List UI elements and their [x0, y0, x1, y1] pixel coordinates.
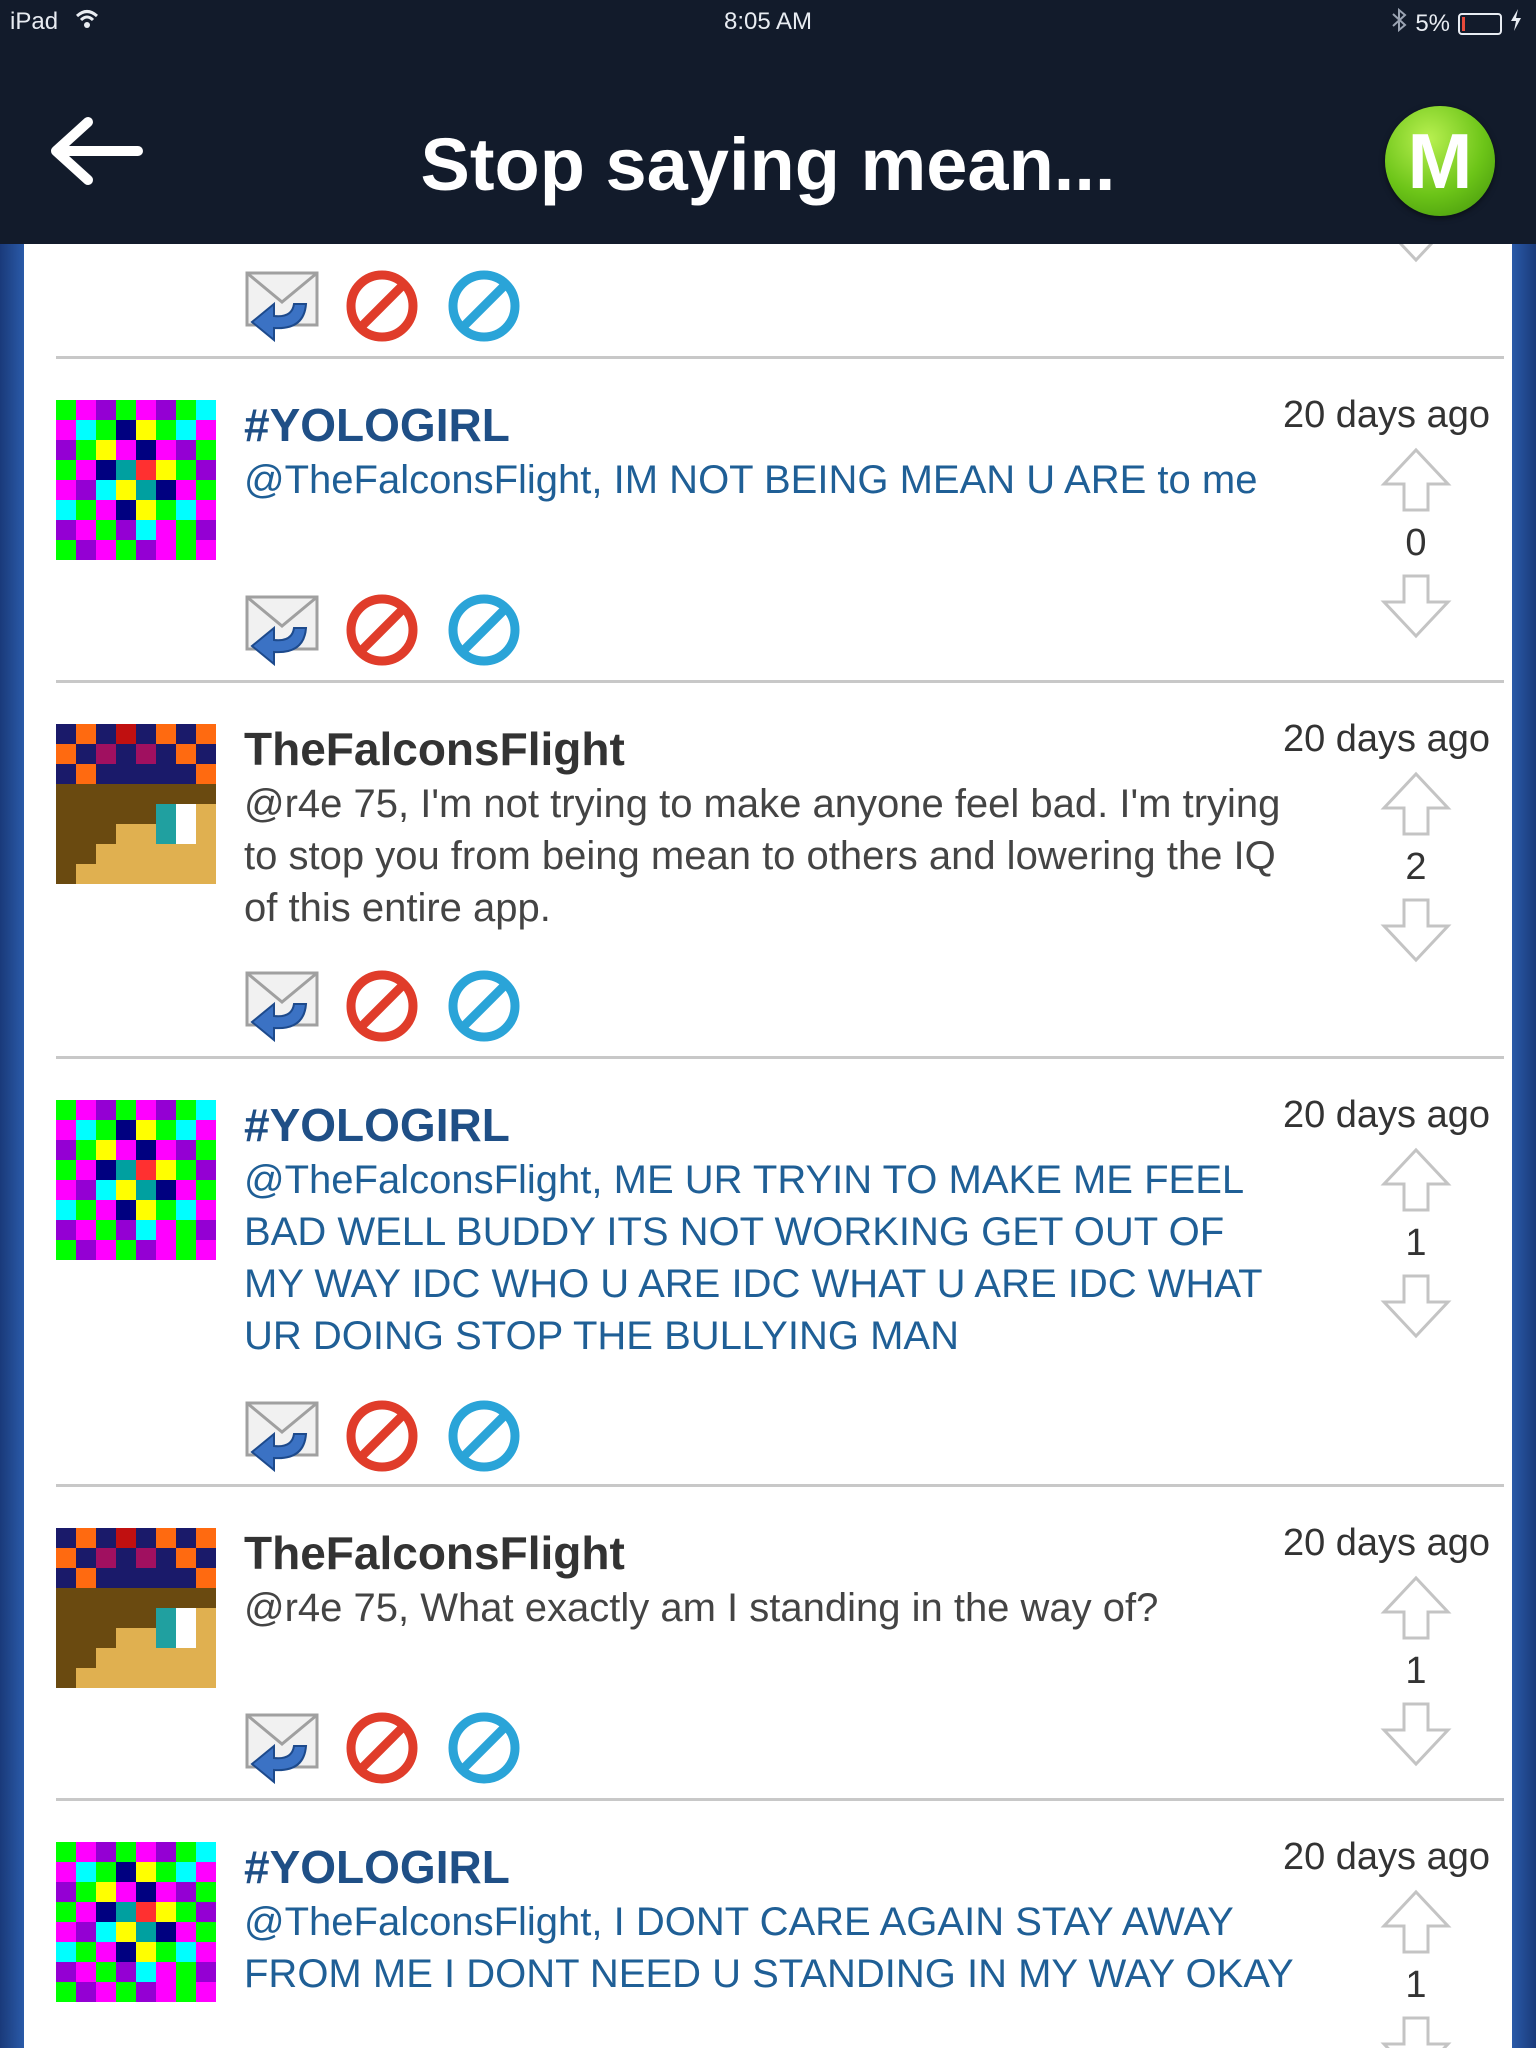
comment-text: @r4e 75, What exactly am I standing in t…: [244, 1586, 1159, 1630]
reply-button[interactable]: [244, 1400, 320, 1479]
reply-button[interactable]: [244, 1712, 320, 1791]
timestamp: 20 days ago: [1282, 1836, 1490, 1878]
vote-down-button[interactable]: [1376, 1272, 1456, 1347]
block-user-button[interactable]: [448, 1400, 520, 1477]
report-button[interactable]: [346, 1400, 418, 1477]
comment-text: @TheFalconsFlight, I DONT CARE AGAIN STA…: [244, 1900, 1294, 1996]
avatar-thefalconsflight[interactable]: [56, 724, 216, 884]
username[interactable]: #YOLOGIRL: [244, 1098, 510, 1152]
arrow-up-icon: [1380, 447, 1452, 512]
comment-feed[interactable]: #YOLOGIRL @TheFalconsFlight, IM NOT BEIN…: [24, 244, 1512, 2048]
arrow-down-icon: [1380, 1274, 1452, 1339]
block-blue-icon: [448, 270, 520, 342]
vote-count: 1: [1405, 1222, 1427, 1264]
vote-up-button[interactable]: [1376, 1886, 1456, 1961]
navigation-bar: Stop saying mean... M: [0, 44, 1536, 244]
block-red-icon: [346, 1712, 418, 1784]
app-logo-button[interactable]: M: [1385, 106, 1495, 216]
avatar-yologirl[interactable]: [56, 1842, 216, 2002]
arrow-up-icon: [1380, 1147, 1452, 1212]
block-red-icon: [346, 270, 418, 342]
vote-count: 2: [1405, 846, 1427, 888]
block-red-icon: [346, 594, 418, 666]
divider: [56, 1056, 1504, 1059]
clock: 8:05 AM: [723, 8, 813, 35]
reply-mail-icon: [245, 1713, 319, 1785]
vote-count: 0: [1405, 522, 1427, 564]
block-blue-icon: [448, 1712, 520, 1784]
avatar-yologirl[interactable]: [56, 1100, 216, 1260]
vote-down-button[interactable]: [1376, 1700, 1456, 1775]
vote-up-button[interactable]: [1376, 1144, 1456, 1219]
divider: [56, 356, 1504, 359]
reply-button[interactable]: [244, 594, 320, 673]
reply-mail-icon: [245, 271, 319, 343]
report-button[interactable]: [346, 1712, 418, 1789]
comment-text: @TheFalconsFlight, IM NOT BEING MEAN U A…: [244, 458, 1258, 502]
block-blue-icon: [448, 1400, 520, 1472]
username[interactable]: #YOLOGIRL: [244, 398, 510, 452]
block-red-icon: [346, 970, 418, 1042]
username[interactable]: #YOLOGIRL: [244, 1840, 510, 1894]
reply-mail-icon: [245, 1401, 319, 1473]
page-title: Stop saying mean...: [420, 123, 1116, 206]
arrow-down-icon: [1380, 2016, 1452, 2048]
divider: [56, 1798, 1504, 1801]
vote-down-button[interactable]: [1376, 244, 1456, 266]
reply-mail-icon: [245, 595, 319, 667]
vote-down-button[interactable]: [1376, 896, 1456, 971]
block-user-button[interactable]: [448, 270, 520, 347]
vote-up-button[interactable]: [1376, 1572, 1456, 1647]
report-button[interactable]: [346, 594, 418, 671]
battery-percent: 5%: [1415, 9, 1450, 37]
avatar-thefalconsflight[interactable]: [56, 1528, 216, 1688]
arrow-up-icon: [1380, 1575, 1452, 1640]
reply-button[interactable]: [244, 970, 320, 1049]
reply-mail-icon: [245, 971, 319, 1043]
vote-count: 1: [1405, 1964, 1427, 2006]
username[interactable]: TheFalconsFlight: [244, 1526, 625, 1580]
timestamp: 20 days ago: [1282, 1094, 1490, 1136]
vote-up-button[interactable]: [1376, 444, 1456, 519]
status-bar: iPad 8:05 AM 5%: [0, 0, 1536, 44]
block-blue-icon: [448, 594, 520, 666]
arrow-down-icon: [1380, 898, 1452, 963]
block-user-button[interactable]: [448, 594, 520, 671]
arrow-down-icon: [1380, 1702, 1452, 1767]
bluetooth-icon: [1391, 7, 1407, 39]
block-red-icon: [346, 1400, 418, 1472]
block-blue-icon: [448, 970, 520, 1042]
comment-text: @r4e 75, I'm not trying to make anyone f…: [244, 782, 1281, 930]
battery-icon: [1458, 12, 1502, 35]
divider: [56, 1484, 1504, 1487]
vote-up-button[interactable]: [1376, 768, 1456, 843]
vote-down-button[interactable]: [1376, 2014, 1456, 2048]
timestamp: 20 days ago: [1282, 394, 1490, 436]
username[interactable]: TheFalconsFlight: [244, 722, 625, 776]
timestamp: 20 days ago: [1282, 718, 1490, 760]
report-button[interactable]: [346, 270, 418, 347]
block-user-button[interactable]: [448, 970, 520, 1047]
reply-button[interactable]: [244, 270, 320, 349]
avatar-yologirl[interactable]: [56, 400, 216, 560]
comment-text: @TheFalconsFlight, ME UR TRYIN TO MAKE M…: [244, 1158, 1262, 1358]
arrow-down-icon: [1398, 244, 1434, 263]
block-user-button[interactable]: [448, 1712, 520, 1789]
status-right: 5%: [1391, 7, 1522, 39]
arrow-up-icon: [1380, 1889, 1452, 1954]
vote-count: 1: [1405, 1650, 1427, 1692]
report-button[interactable]: [346, 970, 418, 1047]
vote-down-button[interactable]: [1376, 572, 1456, 647]
timestamp: 20 days ago: [1282, 1522, 1490, 1564]
arrow-up-icon: [1380, 771, 1452, 836]
divider: [56, 680, 1504, 683]
charging-icon: [1510, 9, 1522, 38]
arrow-down-icon: [1380, 574, 1452, 639]
